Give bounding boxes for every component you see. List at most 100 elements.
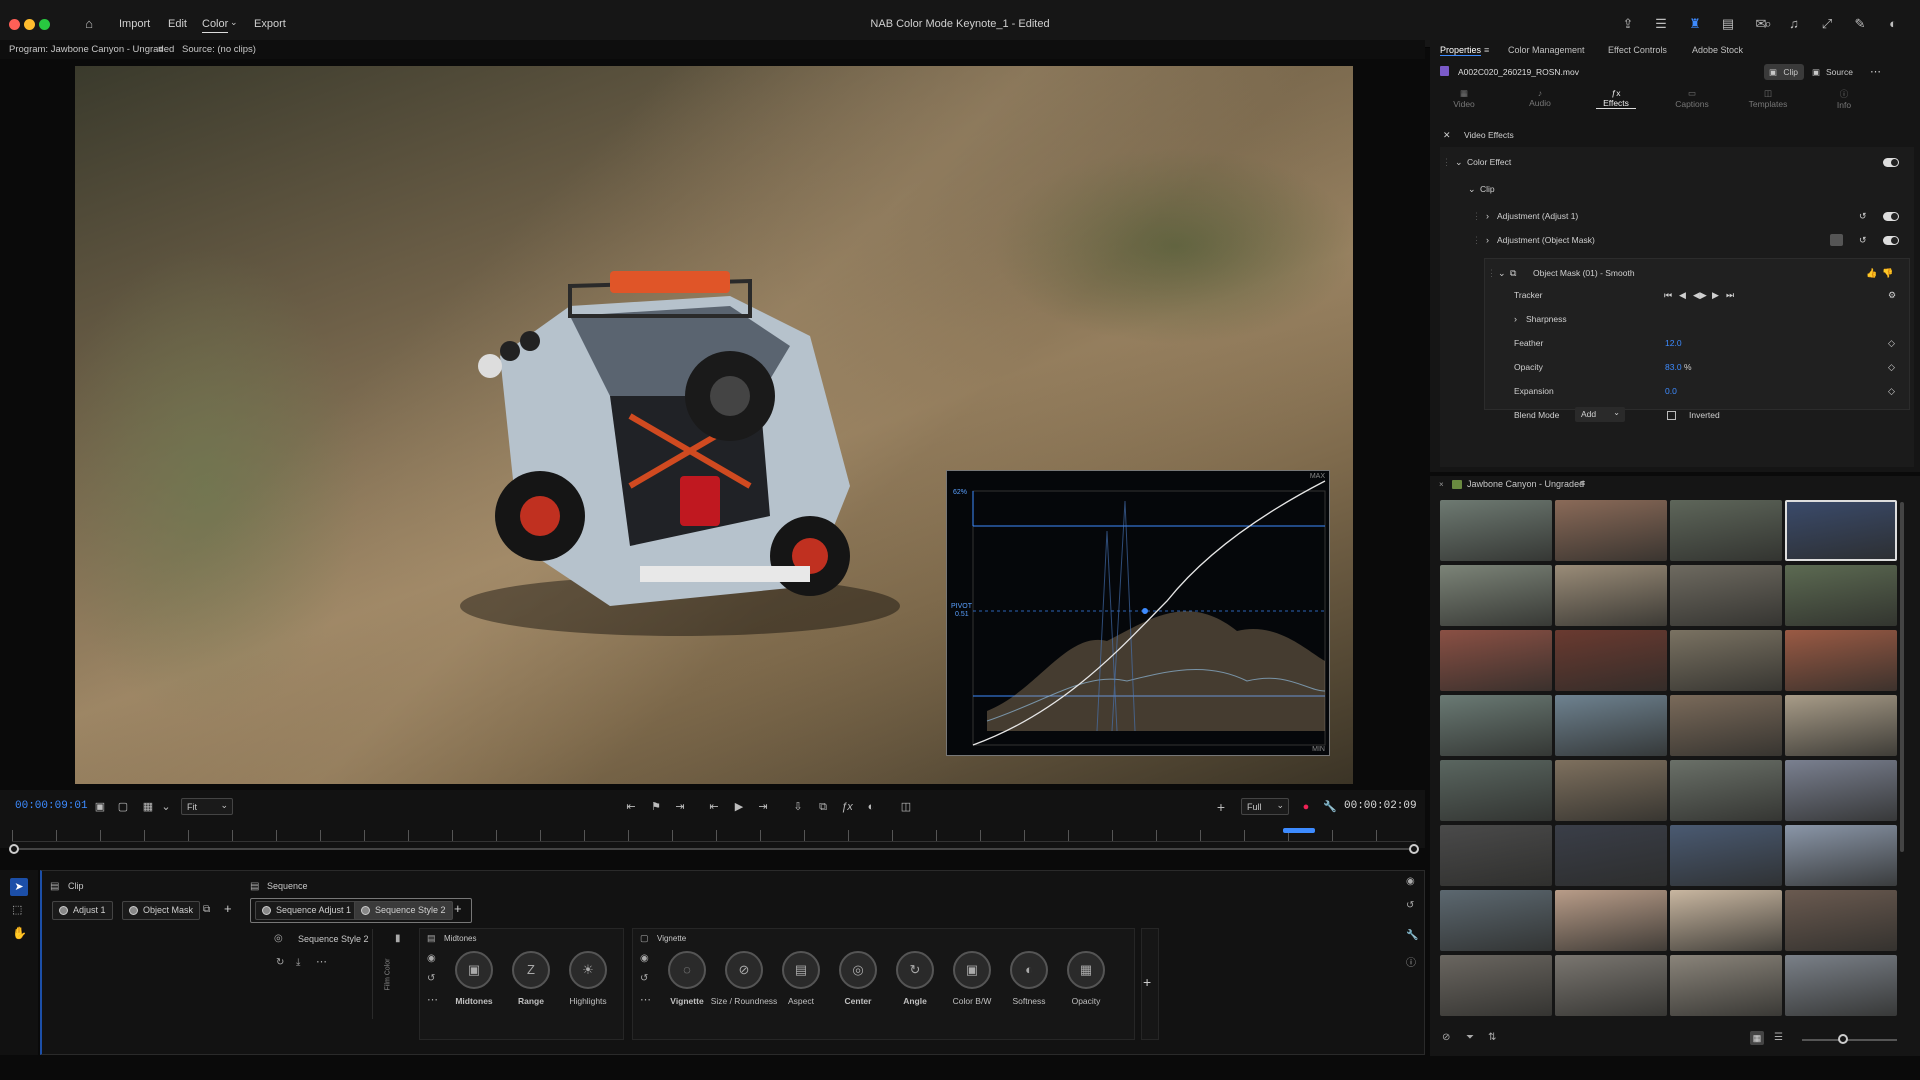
- tab-effect-controls[interactable]: Effect Controls: [1608, 45, 1667, 55]
- list-view-icon[interactable]: ☰: [1774, 1032, 1783, 1043]
- reset-icon[interactable]: ↺: [1859, 232, 1867, 248]
- opacity-value[interactable]: 83.0: [1665, 359, 1682, 375]
- wrench-icon[interactable]: 🔧: [1322, 799, 1338, 815]
- in-out-range[interactable]: [1283, 828, 1315, 833]
- bin-thumbnail[interactable]: [1555, 955, 1667, 1016]
- grid-view-icon[interactable]: ▦: [1750, 1031, 1764, 1045]
- profile-icon[interactable]: ◐: [1884, 15, 1902, 33]
- bin-thumbnail[interactable]: [1555, 500, 1667, 561]
- mask-tool-icon[interactable]: ⬚: [12, 903, 22, 916]
- bin-thumbnail[interactable]: [1440, 825, 1552, 886]
- drag-handle-icon[interactable]: ⋮: [1472, 208, 1481, 224]
- clip-row[interactable]: ⌄ Clip: [1430, 181, 1920, 197]
- adjust-1-toggle[interactable]: [1883, 212, 1899, 221]
- mark-out-icon[interactable]: ⇥: [672, 799, 688, 815]
- bin-menu-icon[interactable]: ≡: [1580, 478, 1585, 488]
- subtab-captions[interactable]: ▭ Captions: [1672, 88, 1712, 109]
- bin-thumbnail[interactable]: [1785, 500, 1897, 561]
- reset-all-icon[interactable]: ↺: [1406, 900, 1414, 911]
- audio-icon[interactable]: ♫: [1785, 15, 1803, 33]
- close-icon[interactable]: ✕: [1443, 127, 1451, 143]
- bin-thumbnail[interactable]: [1555, 825, 1667, 886]
- color-workspace-icon[interactable]: ♜: [1686, 15, 1704, 33]
- film-color-icon[interactable]: ▮: [395, 933, 401, 944]
- source-label[interactable]: Source: (no clips): [182, 44, 256, 55]
- go-to-in-icon[interactable]: ⇤: [706, 799, 722, 815]
- bin-thumbnail[interactable]: [1785, 825, 1897, 886]
- bin-thumbnail[interactable]: [1785, 565, 1897, 626]
- subtab-effects[interactable]: ƒx Effects: [1596, 88, 1636, 109]
- adjust-1-row[interactable]: ⋮ › Adjustment (Adjust 1) ↺: [1430, 208, 1920, 224]
- track-forward-icon[interactable]: ⏭: [1726, 287, 1734, 303]
- thumbs-down-icon[interactable]: 👎: [1882, 265, 1893, 281]
- filter-icon[interactable]: ⏷: [1466, 1032, 1474, 1043]
- range-knob[interactable]: Z: [512, 951, 550, 989]
- tracker-settings-icon[interactable]: ⚙: [1888, 287, 1896, 303]
- overwrite-icon[interactable]: ⧉: [815, 799, 831, 815]
- display-settings-icon[interactable]: ▦: [140, 799, 156, 815]
- program-label[interactable]: Program: Jawbone Canyon - Ungraded: [9, 44, 174, 55]
- bin-thumbnail[interactable]: [1785, 890, 1897, 951]
- bin-thumbnail[interactable]: [1440, 760, 1552, 821]
- bin-thumbnail[interactable]: [1670, 695, 1782, 756]
- go-to-out-icon[interactable]: ⇥: [755, 799, 771, 815]
- track-both-icon[interactable]: ◀▶: [1693, 287, 1707, 303]
- current-timecode[interactable]: 00:00:09:01: [15, 800, 88, 812]
- sharpness-row[interactable]: › Sharpness: [1430, 311, 1920, 327]
- object-mask-adjust-row[interactable]: ⋮ › Adjustment (Object Mask) ↺: [1430, 232, 1920, 248]
- more-options-icon[interactable]: ⋯: [640, 993, 651, 1006]
- bin-thumbnail[interactable]: [1555, 890, 1667, 951]
- feather-value[interactable]: 12.0: [1665, 335, 1682, 351]
- tab-color-management[interactable]: Color Management: [1508, 45, 1585, 55]
- tab-properties[interactable]: Properties: [1440, 45, 1482, 56]
- share-icon[interactable]: ⇪: [1619, 15, 1637, 33]
- tab-adobe-stock[interactable]: Adobe Stock: [1692, 45, 1743, 55]
- chevron-down-icon[interactable]: ⌄: [158, 799, 174, 815]
- bin-thumbnail[interactable]: [1670, 955, 1782, 1016]
- bin-thumbnail[interactable]: [1440, 890, 1552, 951]
- scrub-end-handle[interactable]: [1409, 844, 1419, 854]
- subtab-templates[interactable]: ◫ Templates: [1748, 88, 1788, 109]
- chevron-right-icon[interactable]: ›: [1486, 232, 1489, 248]
- drag-handle-icon[interactable]: ⋮: [1472, 232, 1481, 248]
- fx-icon[interactable]: ƒx: [839, 799, 855, 815]
- fit-dropdown[interactable]: Fit ⌄: [181, 798, 233, 815]
- search-zoom-icon[interactable]: ⌕: [1759, 15, 1777, 33]
- sort-icon[interactable]: ⇅: [1488, 1032, 1496, 1043]
- bin-thumbnail[interactable]: [1670, 500, 1782, 561]
- bin-thumbnail[interactable]: [1670, 760, 1782, 821]
- bin-thumbnail[interactable]: [1785, 955, 1897, 1016]
- source-toggle-button[interactable]: ▣ Source: [1812, 64, 1853, 80]
- drag-handle-icon[interactable]: ⋮: [1442, 154, 1451, 170]
- reset-icon[interactable]: ↻: [276, 957, 284, 968]
- opacity-knob[interactable]: ▦: [1067, 951, 1105, 989]
- safe-margins-icon[interactable]: ▢: [115, 799, 131, 815]
- track-next-frame-icon[interactable]: ▶: [1712, 287, 1719, 303]
- bin-thumbnail[interactable]: [1440, 955, 1552, 1016]
- midtones-knob[interactable]: ▣: [455, 951, 493, 989]
- add-button-icon[interactable]: +: [1213, 799, 1229, 815]
- thumbnail-size-slider[interactable]: [1802, 1039, 1897, 1041]
- mask-icon[interactable]: [1830, 234, 1843, 246]
- expansion-value[interactable]: 0.0: [1665, 383, 1677, 399]
- mask-add-icon[interactable]: ⧉: [203, 904, 210, 915]
- subtab-audio[interactable]: ♪ Audio: [1520, 88, 1560, 108]
- bin-thumbnail[interactable]: [1555, 695, 1667, 756]
- highlights-knob[interactable]: ☀: [569, 951, 607, 989]
- seq-chip-style-2[interactable]: Sequence Style 2: [354, 901, 453, 920]
- wrench-icon[interactable]: 🔧: [1406, 930, 1418, 941]
- reset-icon[interactable]: ↺: [640, 973, 648, 984]
- bin-thumbnail[interactable]: [1670, 825, 1782, 886]
- hand-tool-icon[interactable]: ✋: [12, 926, 27, 940]
- bin-thumbnail[interactable]: [1440, 500, 1552, 561]
- keyframe-icon[interactable]: ◇: [1888, 335, 1895, 351]
- more-options-icon[interactable]: ⋯: [427, 993, 438, 1006]
- add-marker-icon[interactable]: ⚑: [648, 799, 664, 815]
- close-icon[interactable]: ×: [1439, 480, 1444, 489]
- more-options-icon[interactable]: ⋯: [1870, 65, 1881, 78]
- insert-icon[interactable]: ⇩: [790, 799, 806, 815]
- chevron-right-icon[interactable]: ›: [1486, 208, 1489, 224]
- seq-chip-adjust-1[interactable]: Sequence Adjust 1: [255, 901, 359, 920]
- clip-chip-adjust-1[interactable]: Adjust 1: [52, 901, 113, 920]
- reset-icon[interactable]: ↺: [1859, 208, 1867, 224]
